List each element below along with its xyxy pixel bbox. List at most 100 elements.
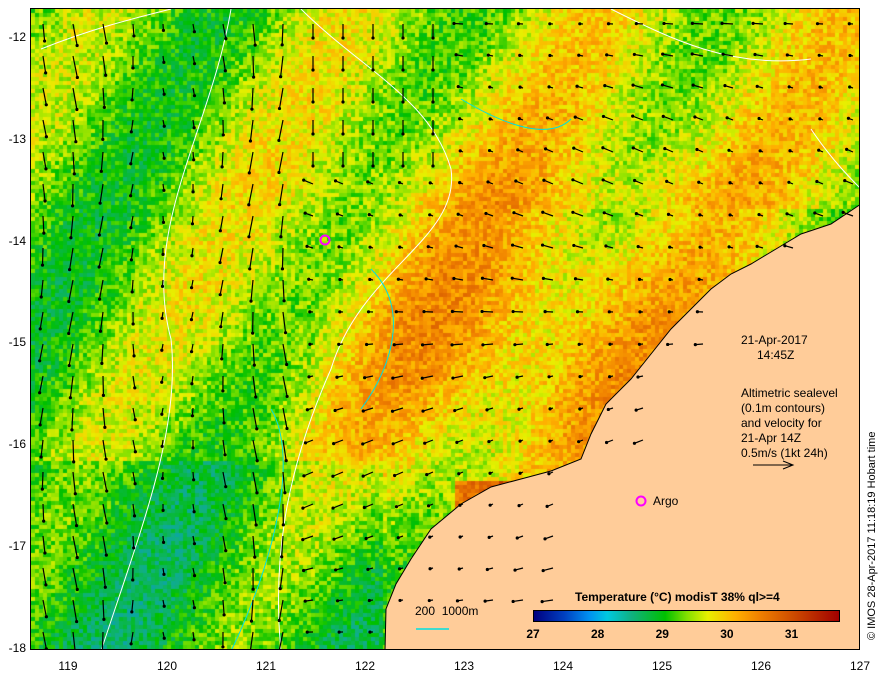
velocity-arrow-head bbox=[483, 376, 487, 380]
velocity-arrow bbox=[40, 439, 44, 458]
velocity-arrow-head bbox=[75, 75, 79, 80]
velocity-arrow bbox=[131, 599, 134, 612]
velocity-arrow-head bbox=[813, 211, 817, 215]
velocity-arrow bbox=[280, 215, 284, 237]
velocity-arrow-head bbox=[192, 62, 197, 66]
velocity-arrow-head bbox=[662, 21, 666, 26]
velocity-arrow-head bbox=[454, 244, 458, 248]
velocity-arrow-head bbox=[311, 36, 315, 40]
velocity-arrow-head bbox=[252, 75, 256, 79]
velocity-arrow bbox=[132, 535, 135, 548]
velocity-arrow bbox=[542, 211, 554, 217]
velocity-arrow-head bbox=[661, 114, 665, 118]
velocity-arrow-head bbox=[633, 178, 637, 183]
velocity-arrow-head bbox=[366, 567, 370, 571]
velocity-arrow-head bbox=[253, 43, 257, 47]
velocity-arrow bbox=[282, 471, 286, 493]
velocity-arrow-head bbox=[44, 135, 48, 139]
velocity-arrow-head bbox=[249, 299, 253, 303]
velocity-arrow-head bbox=[223, 581, 227, 585]
velocity-arrow-head bbox=[223, 69, 227, 73]
velocity-arrow bbox=[542, 244, 554, 249]
lat-tick-label: -17 bbox=[8, 539, 26, 553]
velocity-arrow-head bbox=[161, 252, 165, 256]
velocity-arrow-head bbox=[98, 329, 103, 333]
velocity-arrow-head bbox=[485, 408, 489, 412]
velocity-arrow bbox=[101, 343, 104, 364]
velocity-arrow-head bbox=[38, 327, 42, 331]
sst-map[interactable] bbox=[30, 8, 860, 650]
velocity-arrow-head bbox=[301, 506, 305, 510]
velocity-arrow bbox=[249, 119, 254, 142]
velocity-arrow-head bbox=[161, 220, 166, 224]
velocity-arrow-head bbox=[341, 164, 345, 168]
velocity-arrow bbox=[632, 115, 644, 121]
velocity-arrow-head bbox=[331, 506, 335, 510]
velocity-arrow-head bbox=[278, 587, 282, 591]
velocity-arrow-head bbox=[638, 310, 642, 314]
velocity-arrow bbox=[71, 407, 74, 430]
velocity-arrow-head bbox=[668, 245, 672, 249]
velocity-arrow-head bbox=[845, 147, 849, 151]
velocity-arrow-head bbox=[162, 60, 166, 64]
velocity-arrow-head bbox=[513, 568, 517, 572]
velocity-arrow-head bbox=[601, 178, 605, 182]
velocity-arrow-head bbox=[130, 290, 134, 294]
velocity-arrow bbox=[72, 631, 76, 649]
velocity-arrow-head bbox=[542, 178, 546, 182]
velocity-arrow-head bbox=[663, 146, 667, 151]
velocity-arrow-head bbox=[305, 244, 309, 248]
velocity-arrow bbox=[282, 407, 288, 429]
velocity-arrow-head bbox=[691, 83, 695, 87]
velocity-arrow-head bbox=[607, 310, 611, 314]
velocity-arrow-head bbox=[572, 243, 576, 248]
velocity-arrow-head bbox=[425, 473, 429, 477]
velocity-arrow-head bbox=[450, 309, 455, 314]
lon-tick-label: 123 bbox=[453, 659, 475, 673]
legend-line: Altimetric sealevel bbox=[741, 386, 838, 400]
velocity-arrow-head bbox=[104, 73, 108, 77]
velocity-arrow-head bbox=[401, 100, 405, 104]
velocity-arrow-head bbox=[783, 21, 787, 26]
velocity-arrow bbox=[252, 23, 256, 46]
velocity-arrow-head bbox=[488, 503, 492, 507]
velocity-arrow-head bbox=[424, 277, 428, 281]
velocity-arrow-head bbox=[603, 84, 607, 88]
velocity-arrow-head bbox=[608, 342, 612, 346]
velocity-arrow-head bbox=[191, 446, 195, 450]
velocity-arrow-head bbox=[540, 243, 545, 247]
velocity-arrow-head bbox=[308, 310, 312, 314]
velocity-arrow-head bbox=[220, 357, 224, 361]
velocity-arrow-head bbox=[74, 523, 79, 528]
velocity-arrow-head bbox=[284, 458, 288, 463]
velocity-arrow-head bbox=[333, 179, 338, 183]
colorbar-tick-label: 27 bbox=[526, 627, 540, 641]
lon-tick-label: 120 bbox=[156, 659, 178, 673]
velocity-arrow-head bbox=[254, 523, 258, 527]
velocity-arrow-head bbox=[843, 178, 847, 183]
velocity-arrow-head bbox=[301, 538, 305, 542]
velocity-arrow-head bbox=[223, 453, 227, 457]
velocity-arrow-head bbox=[362, 505, 366, 510]
velocity-arrow-head bbox=[70, 428, 74, 432]
velocity-arrow-head bbox=[397, 567, 402, 571]
velocity-arrow-head bbox=[371, 36, 375, 40]
velocity-arrow-head bbox=[578, 407, 582, 411]
velocity-arrow-head bbox=[577, 53, 581, 57]
velocity-arrow bbox=[278, 119, 284, 141]
velocity-arrow-head bbox=[426, 245, 430, 249]
velocity-arrow-head bbox=[307, 375, 311, 379]
velocity-arrow-head bbox=[631, 83, 635, 87]
velocity-arrow-head bbox=[247, 203, 251, 207]
velocity-arrow-head bbox=[131, 578, 135, 582]
map-overlay bbox=[38, 9, 859, 649]
velocity-arrow bbox=[222, 439, 226, 455]
velocity-arrow-head bbox=[44, 647, 48, 649]
velocity-arrow-head bbox=[40, 263, 45, 267]
velocity-arrow-head bbox=[604, 440, 609, 445]
velocity-arrow-head bbox=[221, 389, 225, 393]
velocity-arrow-head bbox=[67, 363, 71, 368]
velocity-arrow bbox=[42, 215, 45, 234]
velocity-arrow bbox=[100, 151, 104, 172]
velocity-arrow-head bbox=[728, 213, 732, 217]
